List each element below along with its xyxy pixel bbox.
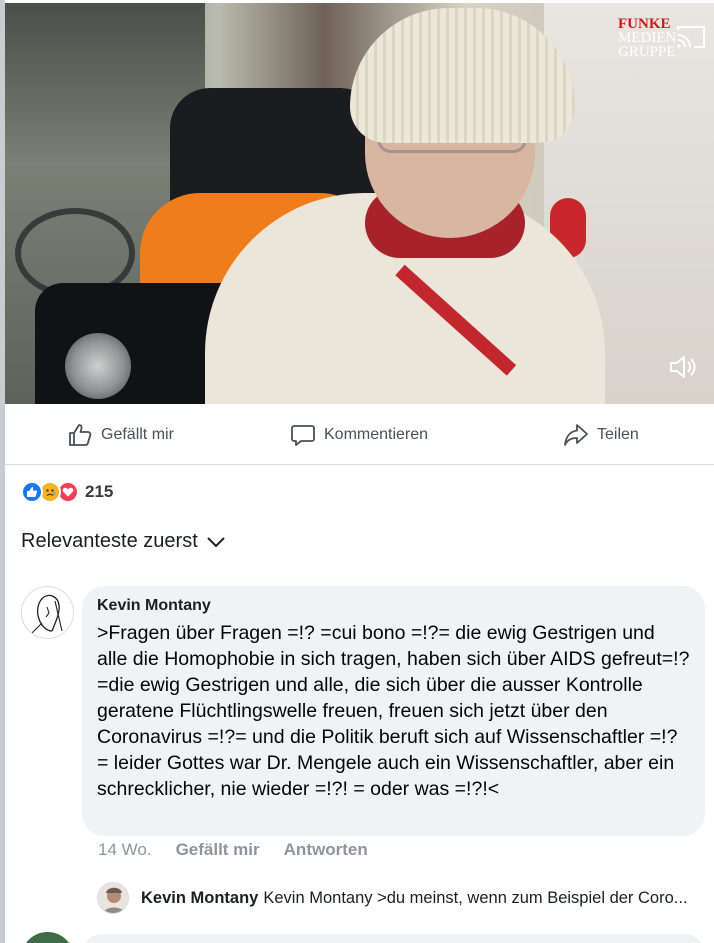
comment-button[interactable]: Kommentieren [290, 422, 428, 448]
logo-line2: MEDIEN [618, 30, 677, 46]
next-comment-avatar[interactable] [21, 932, 74, 943]
comment-author-name[interactable]: Kevin Montany [97, 596, 690, 616]
reaction-summary[interactable]: 215 [21, 480, 113, 504]
share-button-label: Teilen [597, 426, 639, 443]
video-player[interactable]: FUNKE MEDIEN GRUPPE [5, 3, 714, 404]
comment-like-link[interactable]: Gefällt mir [176, 840, 260, 860]
like-button-label: Gefällt mir [101, 426, 174, 443]
reply-author-name[interactable]: Kevin Montany [141, 889, 258, 908]
post-action-bar: Gefällt mir Kommentieren Teilen [5, 404, 714, 465]
video-person-hat [350, 8, 575, 143]
chevron-down-icon [207, 536, 225, 547]
logo-line3: GRUPPE [618, 44, 676, 60]
comment-author-avatar[interactable] [21, 586, 74, 639]
funke-logo: FUNKE MEDIEN GRUPPE [618, 16, 678, 60]
share-button[interactable]: Teilen [563, 422, 639, 448]
comment-sort-dropdown[interactable]: Relevanteste zuerst [21, 530, 226, 553]
comment-bubble: Kevin Montany >Fragen über Fragen =!? =c… [82, 586, 705, 836]
comment-text: >Fragen über Fragen =!? =cui bono =!?= d… [97, 622, 690, 800]
comment-reply-link[interactable]: Antworten [284, 840, 368, 860]
comment-meta: 14 Wo. Gefällt mir Antworten [98, 840, 368, 860]
reply-text: Kevin Montany >du meinst, wenn zum Beisp… [263, 888, 688, 907]
sound-icon[interactable] [668, 353, 696, 381]
sketch-portrait-icon [31, 594, 63, 634]
next-comment-bubble [82, 934, 705, 943]
reply-author-avatar[interactable] [97, 882, 129, 914]
reply-preview[interactable]: Kevin Montany Kevin Montany >du meinst, … [97, 882, 705, 914]
comment-button-label: Kommentieren [324, 426, 429, 443]
reaction-count: 215 [85, 482, 114, 501]
speech-bubble-icon [291, 425, 315, 446]
like-reaction-icon [21, 481, 43, 503]
thumbs-up-icon [69, 424, 92, 446]
logo-line1: FUNKE [618, 16, 671, 32]
sort-label: Relevanteste zuerst [21, 530, 198, 552]
share-arrow-icon [564, 424, 588, 446]
cast-icon[interactable] [676, 25, 706, 49]
person-photo-icon [98, 883, 128, 913]
video-wheelchair-knob [65, 333, 131, 399]
comment-timestamp[interactable]: 14 Wo. [98, 840, 152, 860]
like-button[interactable]: Gefällt mir [67, 422, 174, 448]
